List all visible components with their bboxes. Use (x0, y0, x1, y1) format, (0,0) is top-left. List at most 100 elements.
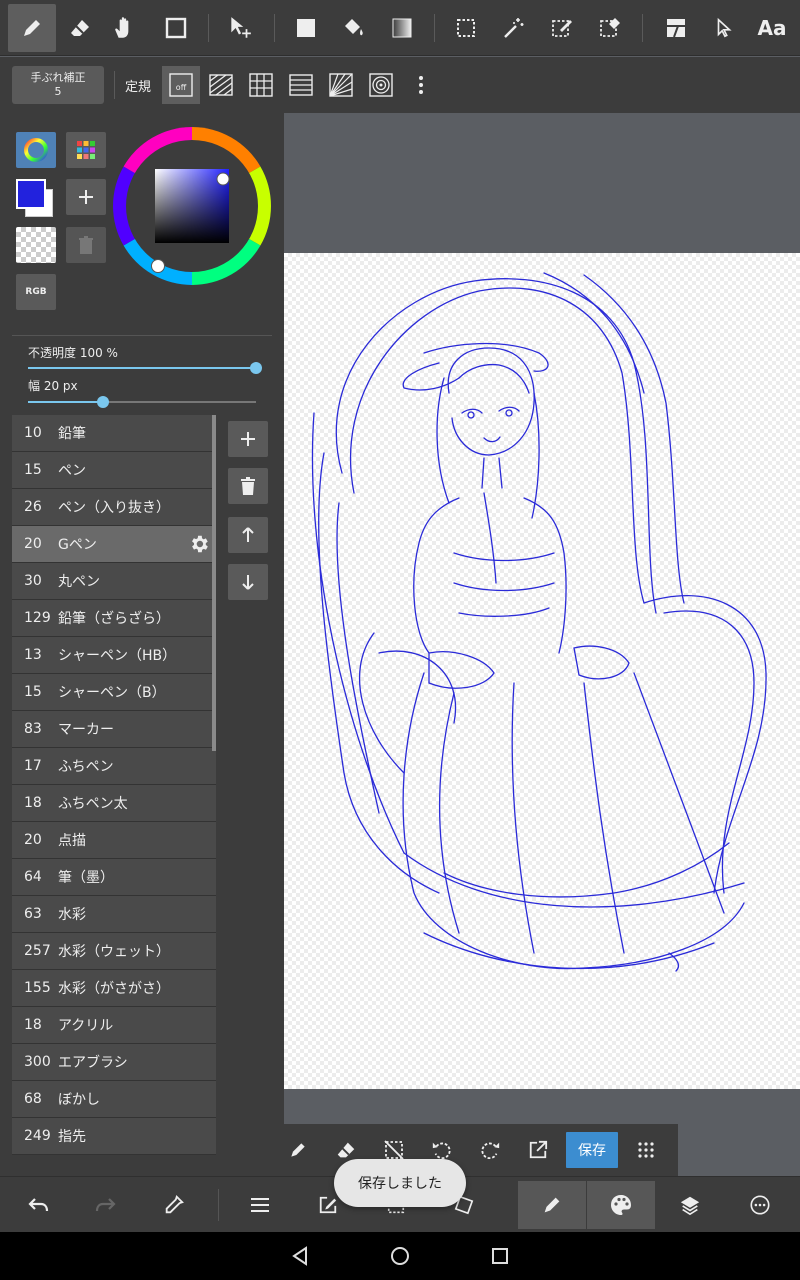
layers-panel-tab[interactable] (666, 1181, 714, 1229)
brush-name: マーカー (58, 722, 114, 738)
brush-list-item[interactable]: 18 ふちペン太 (12, 785, 216, 822)
palette-grid-icon (77, 141, 95, 159)
hue-handle[interactable] (151, 259, 165, 273)
brush-size: 13 (24, 647, 42, 663)
brush-list-item[interactable]: 63 水彩 (12, 896, 216, 933)
brush-color-panel: RGB 不透明度 100 % 幅 20 px 10 鉛筆 15 ペン 26 ペン… (0, 113, 284, 1180)
text-tool-button[interactable]: Aa (748, 4, 796, 52)
brush-list-item[interactable]: 15 シャーペン（B） (12, 674, 216, 711)
rgb-mode-button[interactable]: RGB (16, 274, 56, 310)
move-brush-up-button[interactable] (228, 517, 268, 553)
delete-brush-button[interactable] (228, 468, 268, 504)
ruler-parallel-button[interactable] (202, 66, 240, 104)
hand-tool-button[interactable] (100, 4, 148, 52)
nav-home-button[interactable] (384, 1240, 416, 1272)
nav-back-button[interactable] (284, 1240, 316, 1272)
redo-icon (95, 1198, 116, 1212)
drawing-canvas[interactable] (284, 253, 800, 1089)
color-panel-tab[interactable] (587, 1181, 655, 1229)
brush-list-item[interactable]: 10 鉛筆 (12, 415, 216, 452)
add-color-button[interactable] (66, 179, 106, 215)
ruler-concentric-button[interactable] (282, 66, 320, 104)
color-wheel-picker[interactable] (113, 127, 271, 285)
opacity-slider-knob[interactable] (250, 362, 262, 374)
eraser-tool-button[interactable] (56, 4, 104, 52)
magic-wand-tool-button[interactable] (490, 4, 538, 52)
add-brush-button[interactable] (228, 421, 268, 457)
app-root: Aa 手ぶれ補正 5 定規 off RGB 不透明度 100 % 幅 20 px… (0, 0, 800, 1280)
brush-list-item[interactable]: 20 Gペン (12, 526, 216, 563)
save-button[interactable]: 保存 (566, 1132, 618, 1168)
brush-list-item[interactable]: 129 鉛筆（ざらざら） (12, 600, 216, 637)
brush-list-item[interactable]: 68 ぼかし (12, 1081, 216, 1118)
sv-handle[interactable] (216, 172, 230, 186)
stabilizer-button[interactable]: 手ぶれ補正 5 (12, 66, 104, 104)
canvas-area[interactable] (284, 113, 800, 1123)
shape-tool-button[interactable] (152, 4, 200, 52)
brush-list-item[interactable]: 13 シャーペン（HB） (12, 637, 216, 674)
width-slider-knob[interactable] (97, 396, 110, 408)
select-pen-tool-button[interactable] (538, 4, 586, 52)
pen-icon (24, 20, 40, 36)
bucket-tool-button[interactable] (330, 4, 378, 52)
brush-list-item[interactable]: 20 点描 (12, 822, 216, 859)
brush-panel-tab[interactable] (518, 1181, 586, 1229)
pen-tool-button[interactable] (8, 4, 56, 52)
eyedropper-icon (165, 1195, 184, 1214)
brush-list-item[interactable]: 30 丸ペン (12, 563, 216, 600)
move-tool-button[interactable] (216, 4, 264, 52)
transparent-color-swatch[interactable] (16, 227, 56, 263)
main-menu-button[interactable] (236, 1181, 284, 1229)
trash-icon (79, 236, 93, 254)
ruler-circle-button[interactable] (362, 66, 400, 104)
redo-button[interactable] (82, 1181, 130, 1229)
brush-list-item[interactable]: 155 水彩（がさがさ） (12, 970, 216, 1007)
ruler-grid-icon (249, 73, 273, 97)
rotate-right-button[interactable] (470, 1130, 510, 1170)
eyedropper-button[interactable] (150, 1181, 198, 1229)
quick-pen-button[interactable] (278, 1130, 318, 1170)
brush-list-item[interactable]: 17 ふちペン (12, 748, 216, 785)
main-color-swatch[interactable] (16, 179, 56, 217)
brush-list-item[interactable]: 64 筆（墨） (12, 859, 216, 896)
ruler-cross-button[interactable] (242, 66, 280, 104)
brush-name: エアブラシ (58, 1055, 128, 1071)
brush-list-item[interactable]: 249 指先 (12, 1118, 216, 1155)
more-menu-button[interactable] (402, 66, 440, 104)
nav-recents-button[interactable] (484, 1240, 516, 1272)
brush-list-item[interactable]: 15 ペン (12, 452, 216, 489)
select-rect-tool-button[interactable] (442, 4, 490, 52)
color-palette-mode-button[interactable] (66, 132, 106, 168)
gradient-tool-button[interactable] (378, 4, 426, 52)
gear-icon[interactable] (188, 533, 210, 555)
pointer-tool-button[interactable] (700, 4, 748, 52)
grid-dots-icon (638, 1142, 654, 1158)
sketch-drawing (311, 272, 767, 972)
undo-button[interactable] (14, 1181, 62, 1229)
ruler-off-button[interactable]: off (162, 66, 200, 104)
brush-size: 26 (24, 499, 42, 515)
select-eraser-tool-button[interactable] (586, 4, 634, 52)
brush-list-item[interactable]: 26 ペン（入り抜き） (12, 489, 216, 526)
brush-name: アクリル (58, 1018, 114, 1034)
grid-menu-button[interactable] (626, 1130, 666, 1170)
select-rect-icon (457, 19, 475, 37)
frame-tool-button[interactable] (652, 4, 700, 52)
current-color (16, 179, 46, 209)
color-wheel-mode-button[interactable] (16, 132, 56, 168)
fill-rect-tool-button[interactable] (282, 4, 330, 52)
brush-list-item[interactable]: 18 アクリル (12, 1007, 216, 1044)
brush-list-item[interactable]: 300 エアブラシ (12, 1044, 216, 1081)
opacity-slider[interactable] (28, 362, 262, 374)
more-options-button[interactable] (736, 1181, 784, 1229)
brush-name: ふちペン太 (58, 796, 128, 812)
undo-icon (28, 1198, 49, 1212)
width-slider[interactable] (28, 396, 256, 408)
delete-color-button[interactable] (66, 227, 106, 263)
brush-list-item[interactable]: 257 水彩（ウェット） (12, 933, 216, 970)
ruler-perspective-button[interactable] (322, 66, 360, 104)
move-brush-down-button[interactable] (228, 564, 268, 600)
export-button[interactable] (518, 1130, 558, 1170)
brush-list-scrollbar[interactable] (212, 415, 216, 751)
brush-list-item[interactable]: 83 マーカー (12, 711, 216, 748)
